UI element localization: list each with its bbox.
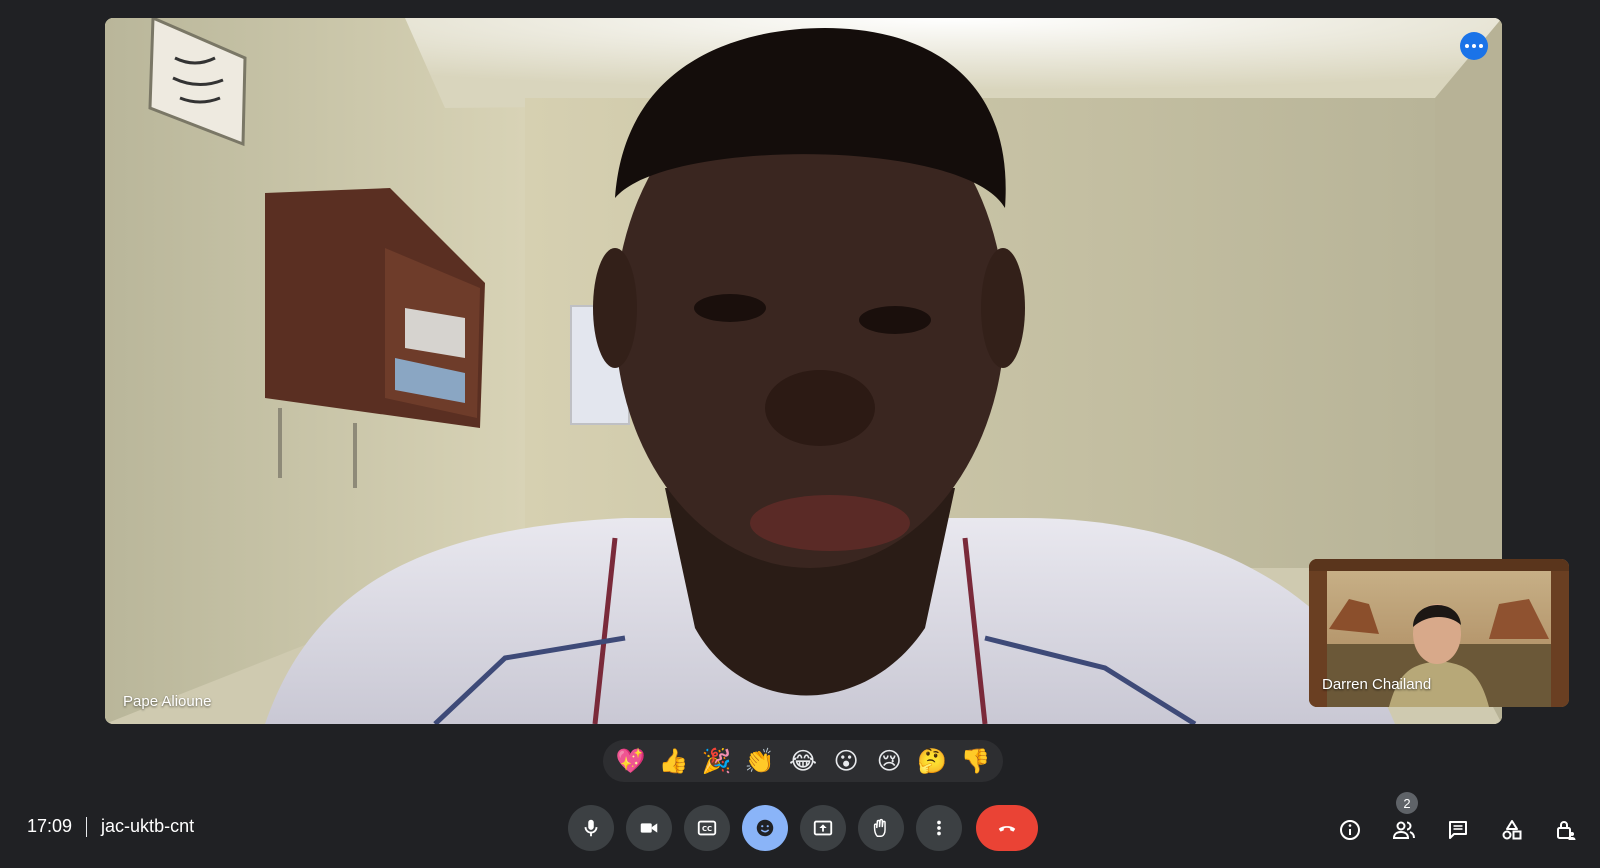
people-icon	[1392, 821, 1415, 839]
meeting-info: 17:09 jac-uktb-cnt	[27, 816, 194, 837]
raise-hand-icon	[873, 818, 886, 837]
camera-button[interactable]	[626, 805, 672, 851]
tile-more-options-button[interactable]	[1460, 32, 1488, 60]
meeting-code[interactable]: jac-uktb-cnt	[101, 816, 194, 837]
video-camera-icon	[640, 823, 658, 833]
pip-participant-name: Darren Chailand	[1322, 676, 1432, 693]
reaction-clapping-hands[interactable]: 👏	[742, 743, 778, 779]
main-video-feed	[105, 18, 1502, 724]
main-video-tile[interactable]: Pape Alioune	[105, 18, 1502, 724]
more-options-button[interactable]	[916, 805, 962, 851]
more-vertical-icon	[937, 820, 941, 836]
activities-button[interactable]	[1492, 810, 1532, 850]
lock-person-icon	[1557, 821, 1576, 840]
host-controls-button[interactable]	[1546, 810, 1586, 850]
present-screen-icon	[813, 820, 833, 836]
activities-shapes-icon	[1502, 820, 1522, 840]
reactions-bar: 💖 👍 🎉 👏 😂 😮 😢 🤔 👎	[603, 740, 1003, 782]
reaction-thumbs-up[interactable]: 👍	[656, 743, 692, 779]
raise-hand-button[interactable]	[858, 805, 904, 851]
people-button[interactable]: 2	[1384, 792, 1424, 850]
reaction-thumbs-down[interactable]: 👎	[957, 743, 993, 779]
bottom-control-bar: 17:09 jac-uktb-cnt CC 2	[0, 792, 1600, 856]
participants-count-badge: 2	[1396, 792, 1418, 814]
meeting-details-button[interactable]	[1330, 810, 1370, 850]
microphone-button[interactable]	[568, 805, 614, 851]
reaction-tears-of-joy[interactable]: 😂	[785, 743, 821, 779]
call-controls: CC	[568, 805, 1050, 851]
info-icon	[1340, 820, 1360, 840]
end-call-icon	[998, 826, 1016, 832]
meeting-time: 17:09	[27, 816, 73, 836]
meet-call-window: Pape Alioune Darren Chailand 💖 👍 🎉 👏 😂 😮…	[0, 0, 1600, 868]
reaction-thinking[interactable]: 🤔	[914, 743, 950, 779]
reaction-surprised[interactable]: 😮	[828, 743, 864, 779]
captions-button[interactable]: CC	[684, 805, 730, 851]
chat-icon	[1449, 821, 1467, 839]
emoji-icon	[756, 819, 774, 837]
chat-button[interactable]	[1438, 810, 1478, 850]
side-panel-buttons: 2	[1330, 792, 1600, 850]
reaction-crying[interactable]: 😢	[871, 743, 907, 779]
present-screen-button[interactable]	[800, 805, 846, 851]
reaction-party-popper[interactable]: 🎉	[699, 743, 735, 779]
main-participant-name: Pape Alioune	[123, 693, 212, 710]
meeting-info-divider	[86, 816, 88, 837]
reaction-sparkling-heart[interactable]: 💖	[613, 743, 649, 779]
leave-call-button[interactable]	[976, 805, 1038, 851]
reactions-button[interactable]	[742, 805, 788, 851]
closed-captions-icon: CC	[697, 820, 717, 836]
mic-icon	[584, 819, 598, 837]
svg-text:CC: CC	[702, 825, 712, 833]
pip-video-tile[interactable]: Darren Chailand	[1309, 559, 1569, 707]
